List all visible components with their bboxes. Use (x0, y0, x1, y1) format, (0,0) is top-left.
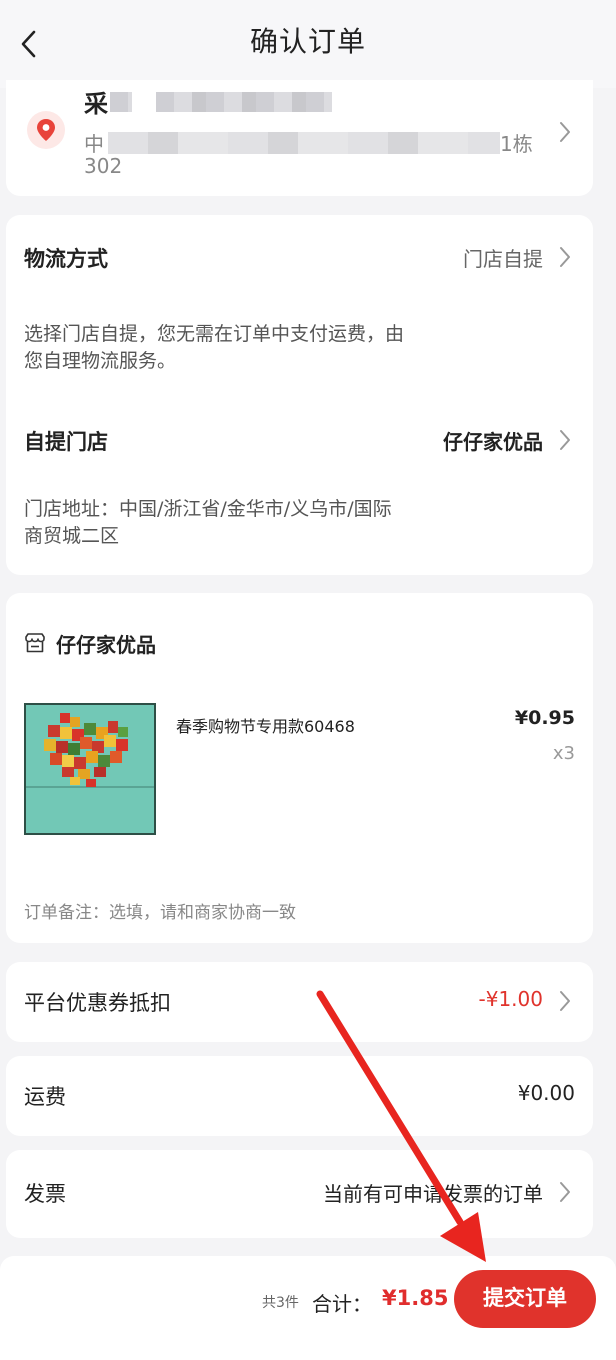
address-line1-suffix: 1栋 (500, 132, 533, 156)
product-quantity: x3 (552, 743, 575, 764)
logistics-card: 物流方式 门店自提 选择门店自提，您无需在订单中支付运费，由 您自理物流服务。 … (6, 215, 593, 575)
recipient-name: 采 (84, 90, 108, 118)
shipping-label: 运费 (24, 1085, 66, 1109)
page-title: 确认订单 (249, 25, 366, 58)
invoice-value: 当前有可申请发票的订单 (323, 1182, 543, 1206)
chevron-right-icon (560, 1182, 570, 1202)
store-address-line1: 门店地址：中国/浙江省/金华市/义乌市/国际 (24, 498, 392, 520)
address-card[interactable]: 采 中 1栋 302 (6, 80, 593, 196)
chevron-right-icon (560, 991, 570, 1011)
pickup-store-label: 自提门店 (24, 430, 108, 454)
product-image (26, 705, 154, 833)
logistics-method-label: 物流方式 (24, 247, 108, 271)
chevron-right-icon[interactable] (558, 245, 572, 269)
store-icon (25, 633, 45, 653)
coupon-label: 平台优惠券抵扣 (24, 991, 171, 1015)
chevron-right-icon[interactable] (558, 428, 572, 452)
shop-name: 仔仔家优品 (56, 633, 156, 657)
product-thumbnail[interactable] (24, 703, 156, 835)
redacted-name (110, 92, 132, 112)
address-line2: 302 (84, 154, 123, 178)
logistics-note-line1: 选择门店自提，您无需在订单中支付运费，由 (24, 323, 405, 345)
submit-order-button[interactable]: 提交订单 (454, 1270, 596, 1328)
logistics-method-value[interactable]: 门店自提 (463, 243, 543, 272)
checkout-bar: 共3件 合计： ¥1.85 提交订单 (0, 1256, 616, 1360)
address-line1-prefix: 中 (84, 132, 104, 156)
redacted-address (108, 132, 500, 154)
location-pin-icon (27, 111, 65, 149)
item-count: 共3件 (262, 1295, 299, 1311)
order-note-field[interactable]: 订单备注：选填，请和商家协商一致 (24, 898, 296, 923)
invoice-label: 发票 (24, 1182, 66, 1206)
pickup-store-value[interactable]: 仔仔家优品 (443, 426, 543, 455)
invoice-row[interactable]: 发票 当前有可申请发票的订单 (6, 1150, 593, 1238)
redacted-phone (156, 92, 332, 112)
store-address-line2: 商贸城二区 (24, 525, 120, 547)
logistics-note-line2: 您自理物流服务。 (24, 350, 177, 372)
coupon-row[interactable]: 平台优惠券抵扣 -¥1.00 (6, 962, 593, 1042)
chevron-right-icon (560, 122, 570, 142)
shipping-row: 运费 ¥0.00 (6, 1056, 593, 1136)
top-nav-bar: 确认订单 (0, 0, 616, 88)
shop-card: 仔仔家优品 春季购物节专用款60468 ¥0.95 x3 订单备注：选填，请和商… (6, 593, 593, 943)
total-label: 合计： (312, 1292, 372, 1316)
total-amount: ¥1.85 (382, 1286, 449, 1310)
shipping-value: ¥0.00 (517, 1081, 575, 1105)
product-price: ¥0.95 (514, 707, 575, 729)
coupon-value: -¥1.00 (478, 987, 543, 1011)
product-name[interactable]: 春季购物节专用款60468 (176, 713, 355, 737)
